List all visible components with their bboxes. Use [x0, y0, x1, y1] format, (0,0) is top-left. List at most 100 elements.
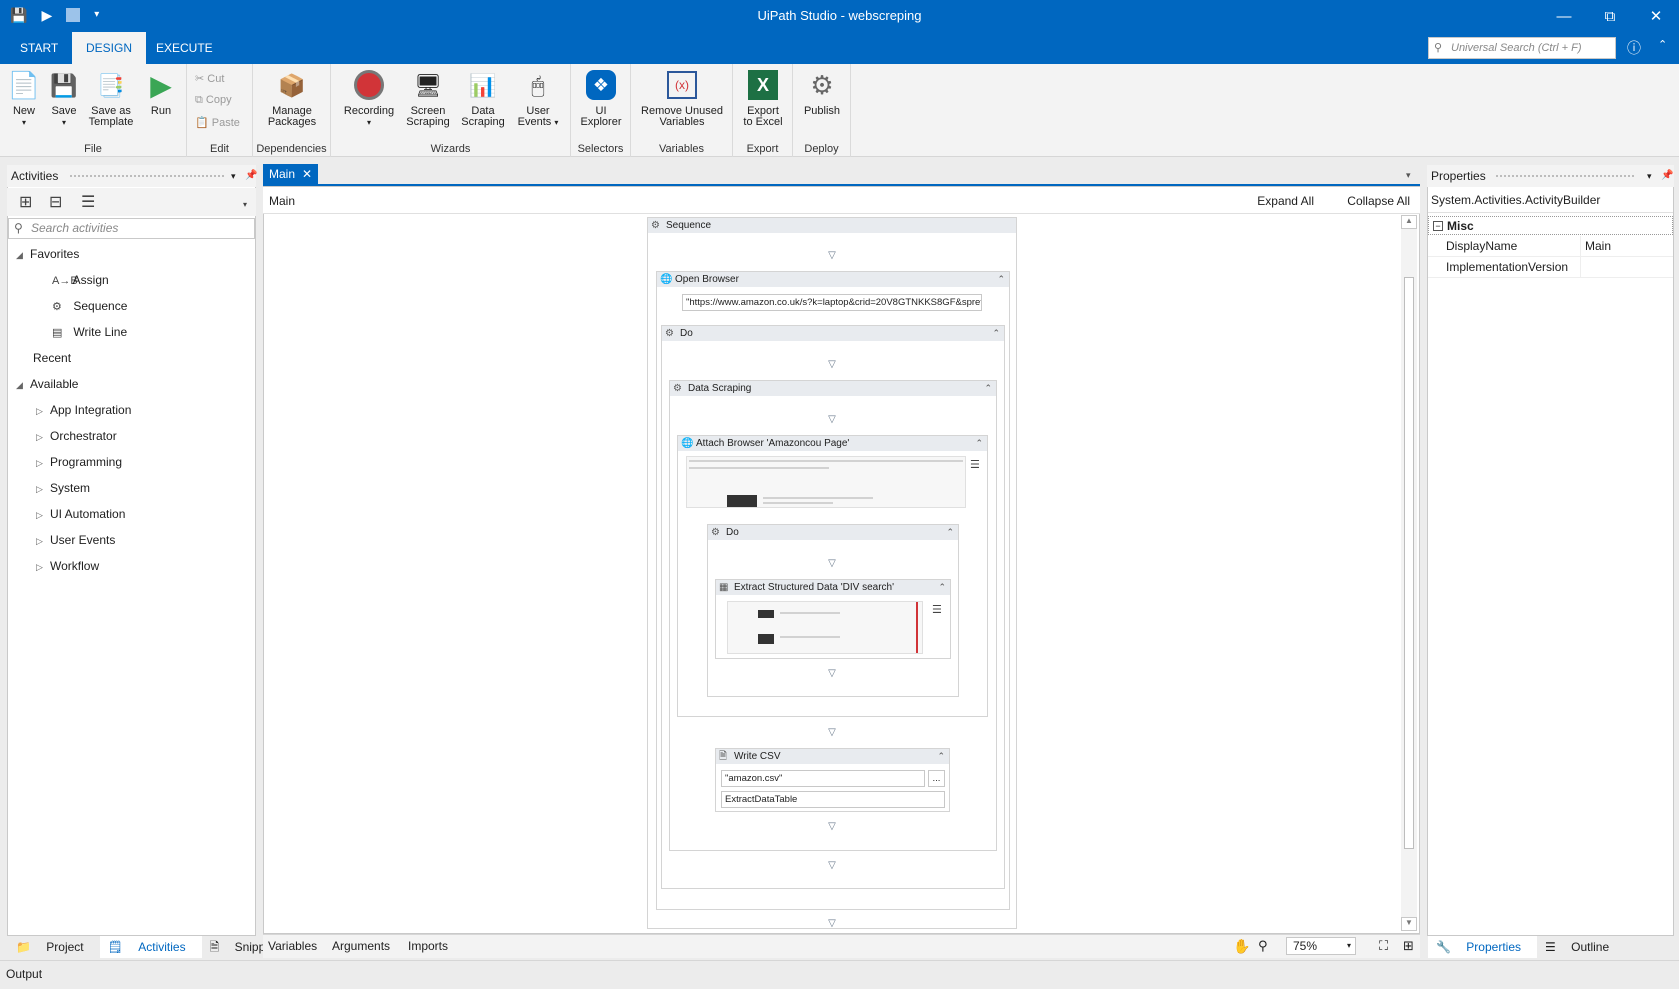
url-field[interactable]: "https://www.amazon.co.uk/s?k=laptop&cri… [682, 294, 982, 311]
manage-packages-button[interactable]: 📦 Manage Packages [259, 68, 325, 128]
close-icon[interactable]: ✕ [1633, 0, 1679, 32]
tree-item-orchestrator[interactable]: ▷ Orchestrator [36, 429, 117, 443]
collapse-category-icon[interactable]: − [1433, 221, 1443, 231]
restore-icon[interactable]: ⧉ [1587, 0, 1633, 32]
tab-outline[interactable]: ☰ Outline [1537, 936, 1625, 958]
tree-favorites[interactable]: ◢ Favorites [16, 247, 79, 261]
property-category-misc[interactable]: − Misc [1428, 216, 1673, 235]
scrollbar-thumb[interactable] [1404, 277, 1414, 849]
zoom-icon[interactable]: ⚲ [1258, 935, 1268, 957]
tab-project[interactable]: 📁 Project [8, 936, 100, 958]
collapse-activity-icon[interactable]: ⌃ [938, 580, 946, 595]
group-label-deploy: Deploy [804, 143, 839, 155]
panel-menu-icon[interactable]: ▾ [231, 165, 236, 187]
paste-button[interactable]: 📋 Paste [195, 116, 240, 129]
close-tab-icon[interactable]: ✕ [302, 164, 312, 185]
favorite-item-sequence[interactable]: ⚙ Sequence [52, 299, 127, 313]
tree-item-user-events[interactable]: ▷ User Events [36, 533, 115, 547]
drop-arrow-icon: ▽ [828, 359, 836, 370]
favorite-item-write-line[interactable]: ▤ Write Line [52, 325, 127, 339]
collapse-activity-icon[interactable]: ⌃ [997, 272, 1005, 287]
collapse-activity-icon[interactable]: ⌃ [946, 525, 954, 540]
pan-hand-icon[interactable]: ✋ [1233, 935, 1250, 957]
overview-map-icon[interactable]: ⊞ [1403, 935, 1414, 957]
expand-all-link[interactable]: Expand All [1257, 194, 1314, 208]
tree-available[interactable]: ◢ Available [16, 377, 78, 391]
fit-to-screen-icon[interactable]: ⛶ [1379, 935, 1388, 957]
data-scraping-button[interactable]: 📊 Data Scraping [458, 68, 508, 128]
scroll-up-icon[interactable]: ▲ [1401, 215, 1417, 229]
tree-item-programming[interactable]: ▷ Programming [36, 455, 122, 469]
document-tab-main[interactable]: Main ✕ [263, 164, 318, 185]
displayname-value-input[interactable]: Main [1580, 236, 1673, 257]
collapse-ribbon-icon[interactable]: ⌃ [1658, 38, 1667, 51]
favorite-item-assign[interactable]: A→B Assign [52, 273, 109, 287]
tab-list-dropdown-icon[interactable]: ▾ [1406, 170, 1411, 181]
browse-file-button[interactable]: ... [928, 770, 945, 787]
tree-recent[interactable]: Recent [33, 351, 71, 365]
property-row-displayname[interactable]: DisplayName Main [1428, 236, 1673, 257]
publish-button[interactable]: ⚙ Publish [799, 68, 845, 117]
expanded-arrow-icon: ◢ [16, 380, 23, 390]
universal-search-input[interactable]: ⚲ Universal Search (Ctrl + F) [1428, 37, 1616, 59]
ui-explorer-button[interactable]: ❖ UI Explorer [577, 68, 625, 128]
help-icon[interactable]: ⓘ [1627, 38, 1641, 58]
breadcrumb[interactable]: Main [269, 194, 295, 208]
tree-item-workflow[interactable]: ▷ Workflow [36, 559, 99, 573]
property-row-implementationversion[interactable]: ImplementationVersion [1428, 257, 1673, 278]
panel-menu-icon[interactable]: ▾ [1647, 165, 1652, 187]
collapse-activity-icon[interactable]: ⌃ [992, 326, 1000, 341]
tab-execute[interactable]: EXECUTE [142, 32, 227, 64]
zoom-level-select[interactable]: 75% ▾ [1286, 937, 1356, 955]
hamburger-menu-icon[interactable]: ☰ [932, 603, 942, 616]
search-activities-input[interactable]: ⚲ Search activities [8, 218, 255, 239]
implementationversion-value-input[interactable] [1580, 257, 1673, 278]
toolbar-overflow-icon[interactable]: ▾ [243, 200, 247, 209]
cut-button[interactable]: ✂ Cut [195, 72, 224, 85]
tab-properties[interactable]: 🔧 Properties [1428, 936, 1537, 958]
collapsed-arrow-icon: ▷ [36, 458, 43, 468]
copy-button[interactable]: ⧉ Copy [195, 94, 232, 107]
save-button[interactable]: 💾 Save ▾ [46, 68, 82, 128]
csv-file-path-field[interactable]: "amazon.csv" [721, 770, 925, 787]
tree-item-system[interactable]: ▷ System [36, 481, 90, 495]
screen-scraping-button[interactable]: 🖥 Screen Scraping [403, 68, 453, 128]
designer-vertical-scrollbar[interactable]: ▲ ▼ [1401, 215, 1417, 931]
group-label-variables: Variables [658, 143, 705, 155]
minimize-icon[interactable]: — [1541, 0, 1587, 32]
extract-table-icon: ▦ [719, 582, 729, 593]
filter-list-icon[interactable]: ☰ [81, 192, 95, 212]
user-events-button[interactable]: 🖱 User Events ▾ [513, 68, 563, 128]
pin-icon[interactable]: 📌 [1661, 165, 1673, 187]
tab-design[interactable]: DESIGN [72, 32, 147, 64]
hamburger-menu-icon[interactable]: ☰ [970, 458, 980, 471]
collapse-activity-icon[interactable]: ⌃ [975, 436, 983, 451]
browser-globe-icon: 🌐 [660, 274, 673, 285]
arguments-tab[interactable]: Arguments [332, 935, 390, 957]
variables-tab[interactable]: Variables [268, 935, 317, 957]
imports-tab[interactable]: Imports [408, 935, 448, 957]
run-button[interactable]: ▶ Run [143, 68, 179, 117]
collapsed-arrow-icon: ▷ [36, 510, 43, 520]
pin-icon[interactable]: 📌 [245, 165, 257, 187]
collapse-activity-icon[interactable]: ⌃ [937, 749, 945, 764]
tree-item-ui-automation[interactable]: ▷ UI Automation [36, 507, 125, 521]
collapsed-arrow-icon: ▷ [36, 536, 43, 546]
collapse-activity-icon[interactable]: ⌃ [984, 381, 992, 396]
tree-item-app-integration[interactable]: ▷ App Integration [36, 403, 131, 417]
recording-button[interactable]: Recording ▾ [340, 68, 398, 128]
new-button[interactable]: 📄 New ▾ [6, 68, 42, 128]
remove-unused-variables-button[interactable]: (x) Remove Unused Variables [637, 68, 727, 128]
datatable-field[interactable]: ExtractDataTable [721, 791, 945, 808]
drop-arrow-icon: ▽ [828, 821, 836, 832]
collapse-all-link[interactable]: Collapse All [1347, 194, 1410, 208]
export-to-excel-button[interactable]: X Export to Excel [739, 68, 787, 128]
expand-all-icon[interactable]: ⊞ [19, 192, 32, 212]
tab-start[interactable]: START [6, 32, 72, 64]
tab-activities[interactable]: 🗒 Activities [99, 936, 202, 958]
save-as-template-button[interactable]: 📑 Save as Template [86, 68, 136, 128]
cut-icon: ✂ [195, 73, 205, 85]
output-tab[interactable]: Output [6, 967, 42, 981]
collapse-all-icon[interactable]: ⊟ [49, 192, 62, 212]
scroll-down-icon[interactable]: ▼ [1401, 917, 1417, 931]
